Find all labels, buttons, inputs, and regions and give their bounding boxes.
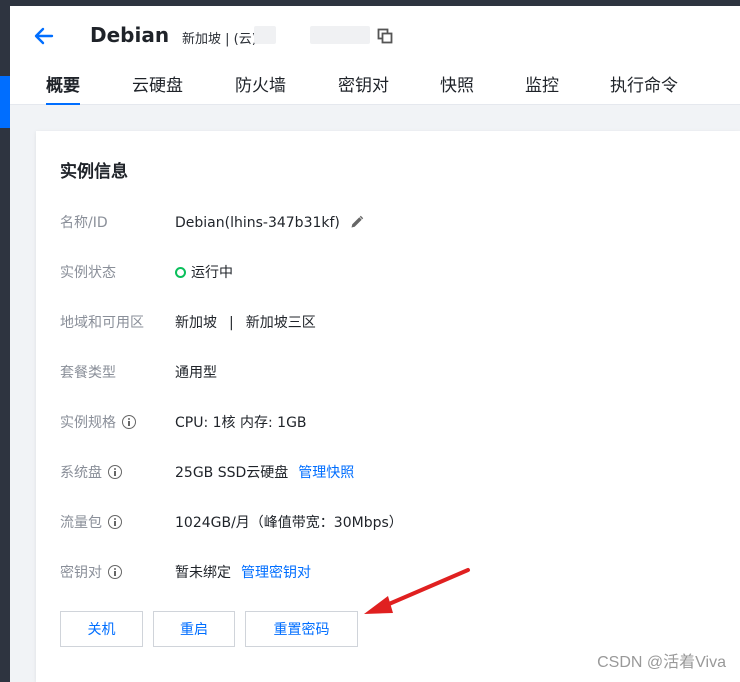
row-label: 密钥对: [60, 565, 102, 581]
status-running-icon: [175, 267, 186, 278]
region-separator: |: [229, 315, 234, 331]
redacted-block: [310, 26, 370, 44]
row-name-id: 名称/ID Debian(lhins-347b31kf): [60, 211, 720, 235]
copy-icon[interactable]: [377, 28, 393, 44]
tab-keypair[interactable]: 密钥对: [338, 68, 389, 104]
zone-text: 新加坡三区: [245, 315, 316, 331]
tab-run-command[interactable]: 执行命令: [610, 68, 678, 104]
instance-name: Debian(lhins-347b31kf): [175, 215, 340, 231]
watermark-text: CSDN @活着Viva: [597, 654, 726, 671]
annotation-arrow-icon: [364, 568, 470, 614]
page-header: Debian 新加坡 | (云) 概要 云硬盘 防火墙 密钥对 快照 监控 执行…: [10, 6, 740, 105]
tab-cloud-disk[interactable]: 云硬盘: [132, 68, 183, 104]
row-spec: 实例规格 CPU: 1核 内存: 1GB: [60, 411, 720, 435]
arrow-left-icon[interactable]: [32, 24, 56, 48]
row-label: 地域和可用区: [60, 315, 144, 331]
keypair-text: 暂未绑定: [175, 565, 231, 581]
pencil-icon[interactable]: [350, 215, 364, 229]
row-traffic: 流量包 1024GB/月（峰值带宽：30Mbps）: [60, 511, 720, 535]
info-icon[interactable]: [108, 515, 122, 529]
card-title: 实例信息: [60, 162, 128, 182]
tab-snapshot[interactable]: 快照: [440, 68, 474, 104]
restart-button[interactable]: 重启: [153, 611, 235, 647]
row-value: 运行中: [175, 261, 233, 285]
row-value: 通用型: [175, 365, 217, 381]
row-label-wrap: 流量包: [60, 511, 122, 535]
row-label: 流量包: [60, 515, 102, 531]
row-label: 名称/ID: [60, 215, 108, 231]
row-value: 暂未绑定 管理密钥对: [175, 561, 311, 585]
shutdown-button[interactable]: 关机: [60, 611, 143, 647]
row-region: 地域和可用区 新加坡 | 新加坡三区: [60, 311, 720, 335]
row-value: 新加坡 | 新加坡三区: [175, 311, 316, 335]
disk-text: 25GB SSD云硬盘: [175, 465, 289, 481]
row-value: 1024GB/月（峰值带宽：30Mbps）: [175, 515, 403, 531]
page-title: Debian: [90, 23, 170, 47]
left-sidebar-strip: [0, 6, 10, 682]
row-value: CPU: 1核 内存: 1GB: [175, 415, 307, 431]
instance-subtitle: 新加坡 | (云): [182, 32, 257, 47]
tab-firewall[interactable]: 防火墙: [235, 68, 286, 104]
row-label-wrap: 实例规格: [60, 411, 136, 435]
row-label-wrap: 密钥对: [60, 561, 122, 585]
info-icon[interactable]: [122, 415, 136, 429]
sidebar-active-indicator: [0, 76, 10, 128]
row-value: Debian(lhins-347b31kf): [175, 211, 364, 235]
status-text: 运行中: [191, 265, 233, 281]
tab-overview[interactable]: 概要: [46, 68, 80, 105]
row-package: 套餐类型 通用型: [60, 361, 720, 385]
row-value: 25GB SSD云硬盘 管理快照: [175, 461, 354, 485]
redacted-block: [254, 26, 276, 44]
region-text: 新加坡: [175, 315, 217, 331]
info-icon[interactable]: [108, 565, 122, 579]
manage-keypair-link[interactable]: 管理密钥对: [241, 565, 311, 581]
reset-password-button[interactable]: 重置密码: [245, 611, 358, 647]
info-icon[interactable]: [108, 465, 122, 479]
tab-monitor[interactable]: 监控: [525, 68, 559, 104]
row-label: 套餐类型: [60, 365, 116, 381]
row-label: 实例规格: [60, 415, 116, 431]
row-status: 实例状态 运行中: [60, 261, 720, 285]
row-label: 实例状态: [60, 265, 116, 281]
row-label: 系统盘: [60, 465, 102, 481]
row-label-wrap: 系统盘: [60, 461, 122, 485]
manage-snapshot-link[interactable]: 管理快照: [298, 465, 354, 481]
row-system-disk: 系统盘 25GB SSD云硬盘 管理快照: [60, 461, 720, 485]
